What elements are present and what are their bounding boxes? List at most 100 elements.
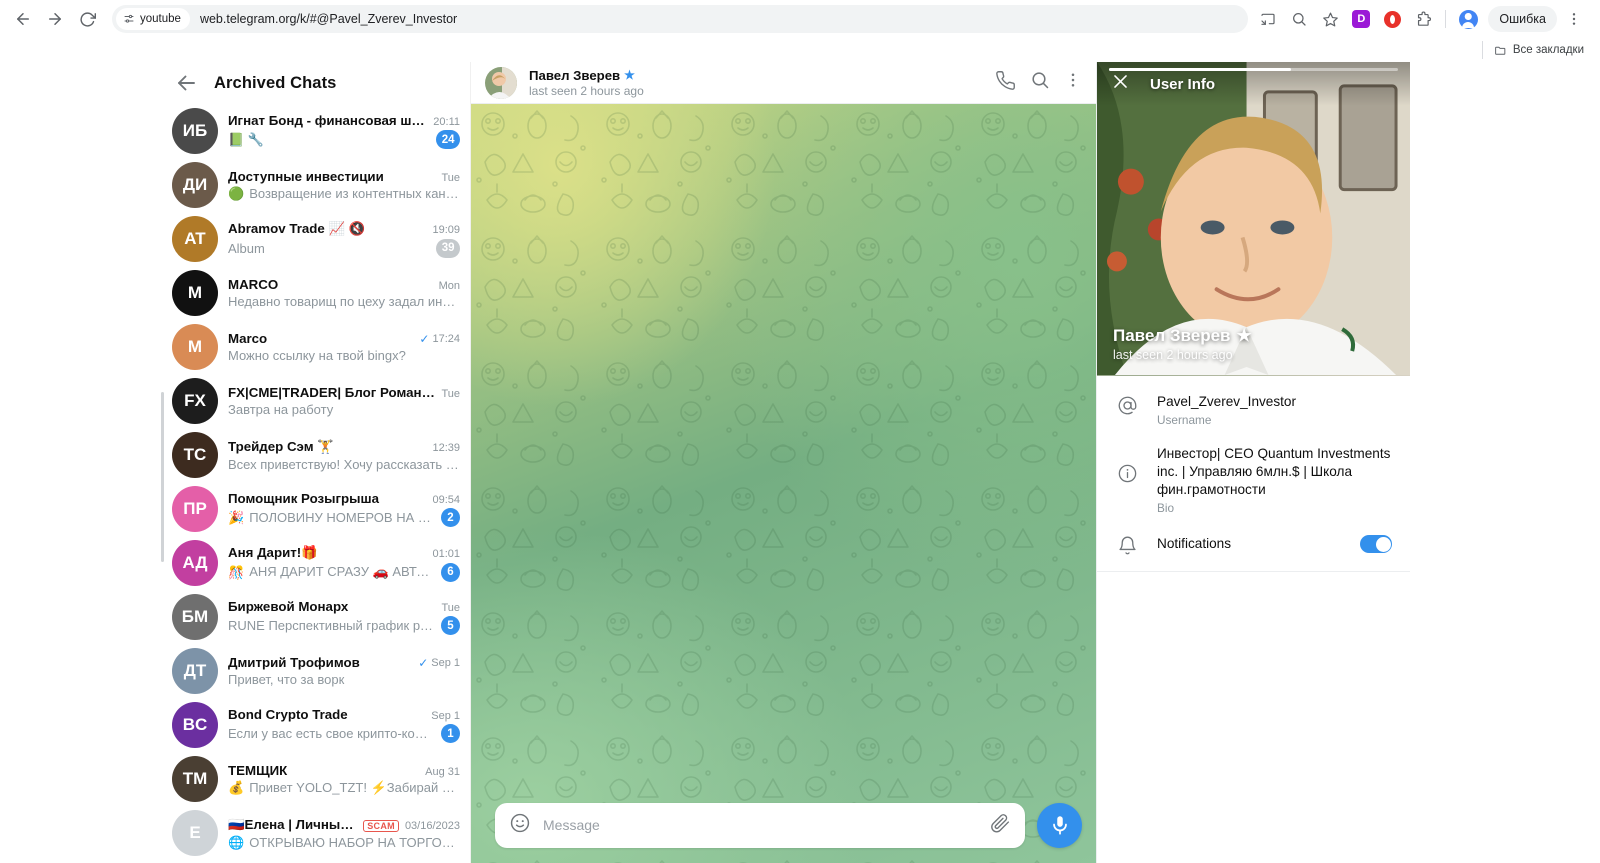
chat-list-item[interactable]: ТС Трейдер Сэм 🏋 12:39 Всех приветствую! Хо… bbox=[160, 428, 470, 482]
chat-list-item[interactable]: ДТ Дмитрий Трофимов ✓ Sep 1 Привет, что за в… bbox=[160, 644, 470, 698]
info-panel-title: User Info bbox=[1150, 75, 1216, 93]
chat-list-item[interactable]: ИБ Игнат Бонд - финансовая шизофре… 20:11 📗… bbox=[160, 104, 470, 158]
chat-item-time-wrap: ✓ Sep 1 bbox=[418, 657, 460, 669]
chat-item-title-row: Трейдер Сэм 🏋 12:39 bbox=[228, 439, 460, 455]
bio-main: Инвестор| CEO Quantum Investments inc. |… bbox=[1157, 445, 1392, 515]
microphone-icon[interactable] bbox=[1037, 802, 1082, 848]
chat-status: last seen 2 hours ago bbox=[529, 83, 644, 98]
notifications-row[interactable]: Notifications bbox=[1097, 524, 1410, 565]
chat-contact-name: Павел Зверев ★ bbox=[529, 67, 635, 83]
avatar[interactable]: АД bbox=[172, 540, 218, 586]
bookmark-star-icon[interactable] bbox=[1316, 5, 1344, 33]
chat-item-preview-row: Недавно товарищ по цеху задал инте… bbox=[228, 294, 460, 309]
chat-item-time-wrap: 09:54 bbox=[432, 494, 460, 506]
more-vertical-icon[interactable] bbox=[1064, 71, 1082, 94]
avatar[interactable]: BC bbox=[172, 702, 218, 748]
chat-list-item[interactable]: M MARCO Mon Недавно товарищ по цеху задал и… bbox=[160, 266, 470, 320]
chat-list-item[interactable]: Е 🇷🇺Елена | Личный блог!… SCAM 03/16/2023 🌐О… bbox=[160, 806, 470, 860]
chat-item-preview-row: Можно ссылку на твой bingx? bbox=[228, 348, 460, 363]
info-icon bbox=[1115, 445, 1139, 484]
chat-item-title-row: Помощник Розыгрыша 09:54 bbox=[228, 491, 460, 506]
close-icon[interactable] bbox=[1111, 72, 1130, 96]
back-arrow-icon[interactable] bbox=[174, 71, 198, 95]
profile-avatar[interactable] bbox=[1454, 5, 1482, 33]
chat-item-message: Можно ссылку на твой bingx? bbox=[228, 348, 406, 363]
avatar[interactable]: ПР bbox=[172, 486, 218, 532]
chat-list-item[interactable]: BC Bond Crypto Trade Sep 1 Если у вас есть … bbox=[160, 698, 470, 752]
chat-item-name: Дмитрий Трофимов bbox=[228, 655, 360, 670]
notifications-toggle[interactable] bbox=[1360, 535, 1392, 554]
chat-item-name: Marco bbox=[228, 331, 268, 346]
chat-item-main: Marco ✓ 17:24 Можно ссылку на твой bingx? bbox=[228, 331, 460, 363]
chat-item-time: Mon bbox=[438, 280, 460, 292]
profile-photo[interactable]: User Info Павел Зверев ★ last seen 2 hou… bbox=[1097, 62, 1410, 376]
chat-item-name: Трейдер Сэм 🏋 bbox=[228, 438, 334, 454]
chat-list-item[interactable]: AT Abramov Trade 📈 🔇 19:09 Album 39 bbox=[160, 212, 470, 266]
address-bar[interactable]: youtube web.telegram.org/k/#@Pavel_Zvere… bbox=[112, 5, 1249, 33]
chat-item-preview-row: Завтра на работу bbox=[228, 402, 460, 417]
chat-item-time-wrap: Tue bbox=[441, 388, 460, 400]
avatar[interactable]: M bbox=[172, 270, 218, 316]
chat-list-item[interactable]: АД Аня Дарит!🎁 01:01 🎊 АНЯ ДАРИТ СРАЗУ 🚗 АВТ… bbox=[160, 536, 470, 590]
extensions-puzzle-icon[interactable] bbox=[1409, 5, 1437, 33]
chat-item-main: 🇷🇺Елена | Личный блог!… SCAM 03/16/2023 🌐ОТ… bbox=[228, 817, 460, 850]
search-icon[interactable] bbox=[1030, 70, 1050, 95]
avatar[interactable]: ИБ bbox=[172, 108, 218, 154]
paperclip-icon[interactable] bbox=[990, 812, 1011, 838]
username-row[interactable]: Pavel_Zverev_Investor Username bbox=[1097, 384, 1410, 436]
extension-opera-icon[interactable] bbox=[1378, 5, 1406, 33]
avatar[interactable]: ДТ bbox=[172, 648, 218, 694]
chat-item-title-row: Биржевой Монарх Tue bbox=[228, 599, 460, 614]
message-input[interactable]: Message bbox=[543, 817, 978, 833]
chrome-menu-icon[interactable] bbox=[1560, 5, 1588, 33]
username-label: Username bbox=[1157, 412, 1212, 427]
all-bookmarks-label: Все закладки bbox=[1512, 44, 1584, 56]
back-arrow-icon[interactable] bbox=[8, 4, 38, 34]
chat-item-main: Помощник Розыгрыша 09:54 🎉 ПОЛОВИНУ НОМЕРОВ… bbox=[228, 491, 460, 527]
all-bookmarks-button[interactable]: Все закладки bbox=[1488, 40, 1590, 60]
avatar[interactable]: ТС bbox=[172, 432, 218, 478]
bookmarks-bar: Все закладки bbox=[0, 38, 1600, 62]
chat-list-scrollbar[interactable] bbox=[161, 392, 164, 562]
avatar[interactable]: БМ bbox=[172, 594, 218, 640]
chat-item-title-row: FX|CME|TRADER| Блог Романа Анкуд… Tue bbox=[228, 385, 460, 400]
chat-header-titles: Павел Зверев ★ last seen 2 hours ago bbox=[529, 68, 983, 98]
unread-badge: 24 bbox=[436, 130, 460, 149]
avatar[interactable]: M bbox=[172, 324, 218, 370]
folder-icon bbox=[1495, 46, 1506, 55]
chat-item-time-wrap: Tue bbox=[441, 602, 460, 614]
chat-list-item[interactable]: FX FX|CME|TRADER| Блог Романа Анкуд… Tue За… bbox=[160, 374, 470, 428]
site-chip[interactable]: youtube bbox=[116, 8, 190, 30]
chat-item-time-wrap: ✓ 17:24 bbox=[419, 333, 460, 345]
photo-progress-bar bbox=[1109, 68, 1398, 71]
chat-item-time-wrap: Sep 1 bbox=[431, 710, 460, 722]
avatar[interactable]: ТМ bbox=[172, 756, 218, 802]
avatar[interactable]: ДИ bbox=[172, 162, 218, 208]
chat-item-time-wrap: Aug 31 bbox=[425, 766, 460, 778]
chat-list-item[interactable]: ТМ ТЕМЩИК Aug 31 💰 Привет YOLO_TZT! ⚡Забирай… bbox=[160, 752, 470, 806]
chat-list-item[interactable]: M Marco ✓ 17:24 Можно ссылку на твой bingx? bbox=[160, 320, 470, 374]
chat-item-preview-row: 📗 🔧 24 bbox=[228, 130, 460, 149]
error-button[interactable]: Ошибка bbox=[1488, 6, 1557, 32]
reload-icon[interactable] bbox=[72, 4, 102, 34]
chat-list-item[interactable]: ПР Помощник Розыгрыша 09:54 🎉 ПОЛОВИНУ НОМЕР… bbox=[160, 482, 470, 536]
chat-item-time: 17:24 bbox=[432, 333, 460, 345]
chat-list-item[interactable]: ДИ Доступные инвестиции Tue 🟢 Возвращение из… bbox=[160, 158, 470, 212]
forward-arrow-icon[interactable] bbox=[40, 4, 70, 34]
toolbar-icons: D Ошибка bbox=[1254, 5, 1592, 33]
extension-d-icon[interactable]: D bbox=[1347, 5, 1375, 33]
phone-icon[interactable] bbox=[995, 70, 1016, 96]
avatar[interactable] bbox=[485, 66, 517, 99]
message-input-bar[interactable]: Message bbox=[495, 802, 1025, 848]
bio-row[interactable]: Инвестор| CEO Quantum Investments inc. |… bbox=[1097, 436, 1410, 524]
avatar[interactable]: AT bbox=[172, 216, 218, 262]
chat-list-panel: Archived Chats ИБ Игнат Бонд - финансовая… bbox=[160, 62, 471, 863]
smiley-icon[interactable] bbox=[509, 812, 531, 839]
chat-item-main: Трейдер Сэм 🏋 12:39 Всех приветствую! Хочу… bbox=[228, 439, 460, 472]
zoom-search-icon[interactable] bbox=[1285, 5, 1313, 33]
chat-item-time-wrap: Tue bbox=[441, 172, 460, 184]
avatar[interactable]: FX bbox=[172, 378, 218, 424]
avatar[interactable]: Е bbox=[172, 810, 218, 856]
chat-list-item[interactable]: БМ Биржевой Монарх Tue RUNE Перспективный г… bbox=[160, 590, 470, 644]
cast-icon[interactable] bbox=[1254, 5, 1282, 33]
